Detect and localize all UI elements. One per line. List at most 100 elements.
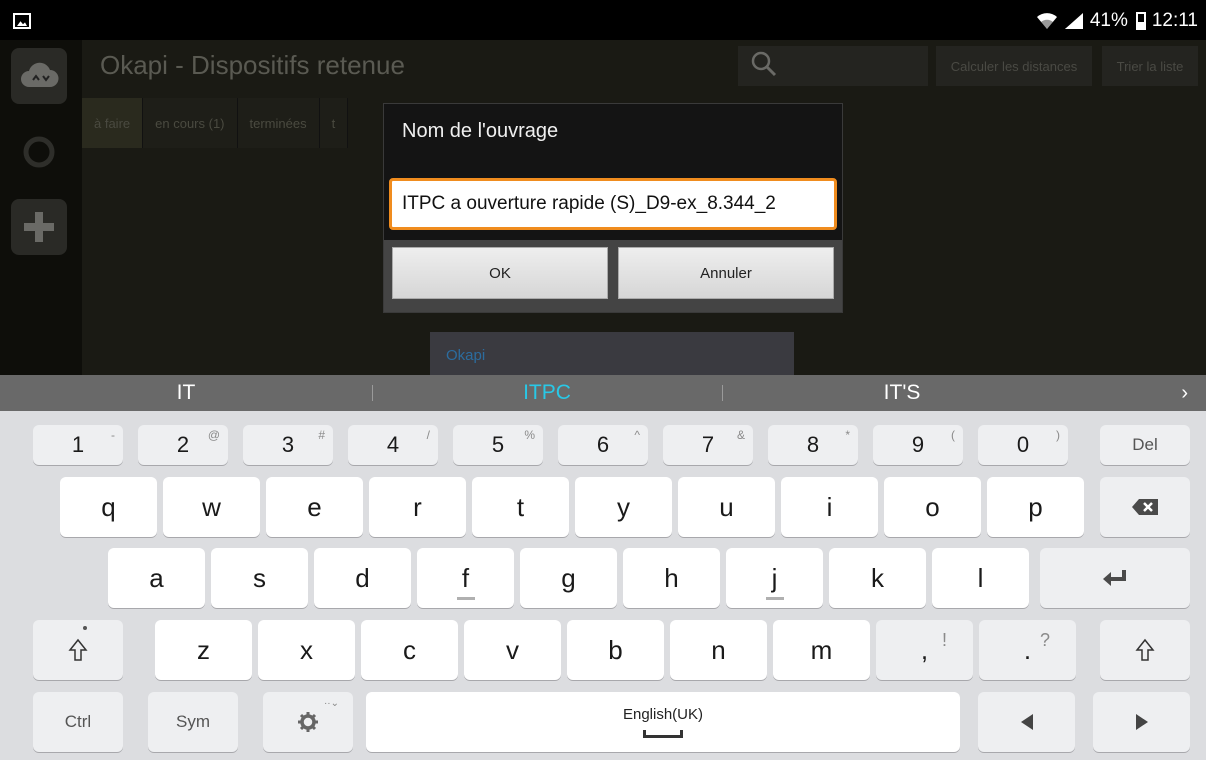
key-5[interactable]: 5% — [453, 425, 543, 465]
key-u[interactable]: u — [678, 477, 775, 537]
key-x[interactable]: x — [258, 620, 355, 680]
key-q[interactable]: q — [60, 477, 157, 537]
key-p[interactable]: p — [987, 477, 1084, 537]
suggestion-2[interactable]: ITPC — [372, 375, 722, 411]
key-label: u — [719, 491, 734, 522]
key-period[interactable]: .? — [979, 620, 1076, 680]
enter-key[interactable] — [1040, 548, 1190, 608]
key-sub: @ — [207, 428, 220, 442]
key-label: r — [413, 491, 422, 522]
key-label: x — [300, 634, 313, 665]
sym-key[interactable]: Sym — [148, 692, 238, 752]
key-i[interactable]: i — [781, 477, 878, 537]
space-icon — [643, 730, 683, 738]
key-v[interactable]: v — [464, 620, 561, 680]
key-sub: - — [111, 428, 115, 442]
structure-name-input[interactable]: ITPC a ouverture rapide (S)_D9-ex_8.344_… — [389, 178, 837, 230]
locate-button[interactable] — [11, 124, 67, 180]
key-3[interactable]: 3 # — [243, 425, 333, 465]
chevron-right-icon[interactable]: › — [1181, 375, 1188, 411]
key-t[interactable]: t — [472, 477, 569, 537]
dialog-title: Nom de l'ouvrage — [402, 120, 559, 142]
cloud-sync-icon — [21, 62, 59, 87]
key-j[interactable]: j — [726, 548, 823, 608]
cancel-button[interactable]: Annuler — [618, 247, 834, 299]
key-label: v — [506, 634, 519, 665]
ok-button[interactable]: OK — [392, 247, 608, 299]
key-7[interactable]: 7 & — [663, 425, 753, 465]
cursor-left-key[interactable] — [978, 692, 1075, 752]
key-label: . — [1023, 634, 1032, 665]
key-e[interactable]: e — [266, 477, 363, 537]
shift-key-right[interactable] — [1100, 620, 1190, 680]
key-0[interactable]: 0) — [978, 425, 1068, 465]
key-8[interactable]: 8 * — [768, 425, 858, 465]
cloud-sync-button[interactable] — [11, 48, 67, 104]
key-z[interactable]: z — [155, 620, 252, 680]
key-l[interactable]: l — [932, 548, 1029, 608]
calculate-distances-button[interactable]: Calculer les distances — [936, 46, 1092, 86]
key-comma[interactable]: ,! — [876, 620, 973, 680]
tab-terminees[interactable]: terminées — [237, 98, 320, 148]
key-label: o — [925, 491, 940, 522]
key-4[interactable]: 4/ — [348, 425, 438, 465]
key-label: 2 — [176, 432, 190, 457]
suggestion-3[interactable]: IT'S — [722, 375, 1082, 411]
key-label: n — [711, 634, 726, 665]
home-key-marker — [765, 597, 784, 600]
key-label: b — [608, 634, 623, 665]
cursor-right-key[interactable] — [1093, 692, 1190, 752]
background-panel-label: Okapi — [446, 347, 486, 364]
key-sub: # — [318, 428, 325, 442]
add-button[interactable] — [11, 199, 67, 255]
shift-icon — [1135, 638, 1155, 661]
key-label: w — [202, 491, 221, 522]
key-6[interactable]: 6 ^ — [558, 425, 648, 465]
key-g[interactable]: g — [520, 548, 617, 608]
arrow-right-icon — [1135, 714, 1148, 730]
key-label: t — [516, 491, 525, 522]
key-a[interactable]: a — [108, 548, 205, 608]
shift-key-left[interactable] — [33, 620, 123, 680]
del-key[interactable]: Del — [1100, 425, 1190, 465]
key-1[interactable]: 1- — [33, 425, 123, 465]
key-c[interactable]: c — [361, 620, 458, 680]
shift-icon — [68, 638, 88, 661]
key-h[interactable]: h — [623, 548, 720, 608]
key-2[interactable]: 2 @ — [138, 425, 228, 465]
home-key-marker — [456, 597, 475, 600]
ctrl-key[interactable]: Ctrl — [33, 692, 123, 752]
key-label: 7 — [701, 432, 715, 457]
battery-percent: 41% — [1089, 10, 1128, 31]
key-b[interactable]: b — [567, 620, 664, 680]
tab-partial[interactable]: t — [319, 98, 349, 148]
tabs-bar: à faire en cours (1) terminées t — [82, 98, 349, 148]
key-9[interactable]: 9( — [873, 425, 963, 465]
key-s[interactable]: s — [211, 548, 308, 608]
key-k[interactable]: k — [829, 548, 926, 608]
key-label: 8 — [806, 432, 820, 457]
key-o[interactable]: o — [884, 477, 981, 537]
key-label: p — [1028, 491, 1043, 522]
key-r[interactable]: r — [369, 477, 466, 537]
suggestion-1[interactable]: IT — [0, 375, 372, 411]
backspace-key[interactable] — [1100, 477, 1190, 537]
tab-a-faire[interactable]: à faire — [82, 98, 144, 148]
key-f[interactable]: f — [417, 548, 514, 608]
key-label: k — [871, 562, 884, 593]
key-m[interactable]: m — [773, 620, 870, 680]
key-sub: ) — [1056, 428, 1060, 442]
tab-en-cours[interactable]: en cours (1) — [143, 98, 238, 148]
sort-list-button[interactable]: Trier la liste — [1102, 46, 1198, 86]
key-w[interactable]: w — [163, 477, 260, 537]
settings-key[interactable]: ··⌄ — [263, 692, 353, 752]
key-label: j — [771, 562, 778, 593]
key-y[interactable]: y — [575, 477, 672, 537]
space-key[interactable]: English(UK) — [366, 692, 960, 752]
search-icon[interactable] — [750, 50, 778, 83]
key-sub: % — [524, 428, 535, 442]
key-label: , — [920, 634, 929, 665]
key-n[interactable]: n — [670, 620, 767, 680]
key-d[interactable]: d — [314, 548, 411, 608]
key-sub: ( — [951, 428, 955, 442]
